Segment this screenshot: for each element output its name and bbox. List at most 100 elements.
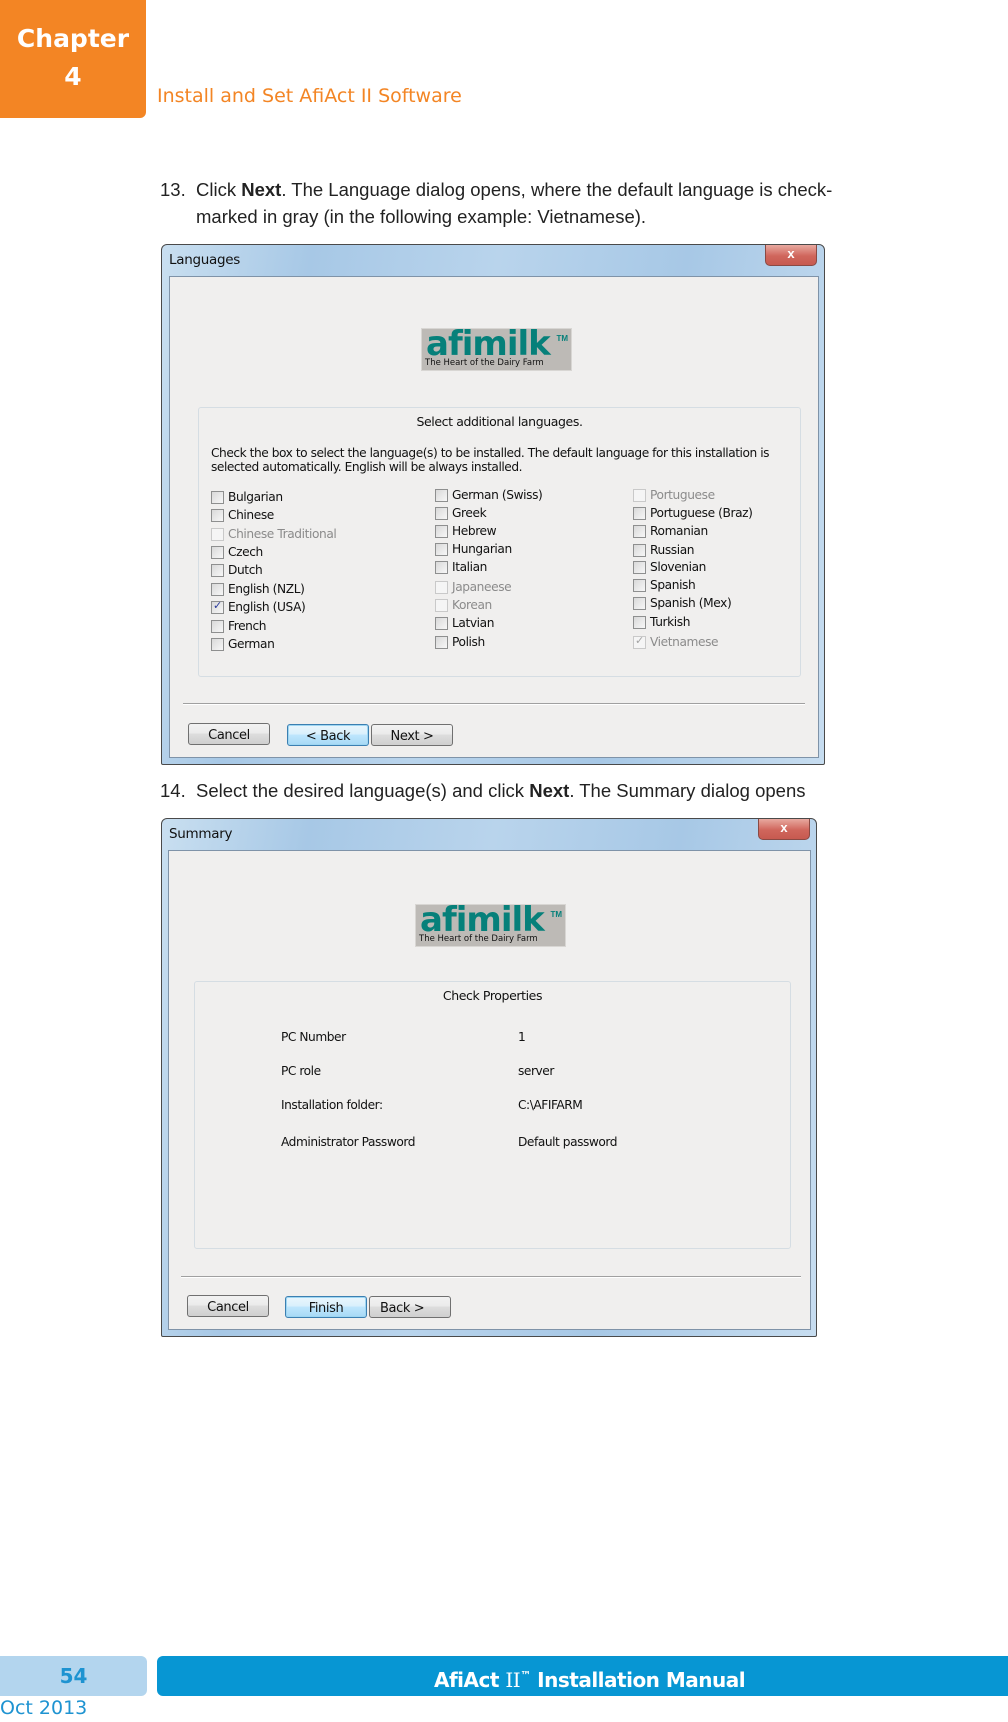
separator <box>183 703 805 705</box>
step-text: . The Summary dialog opens <box>569 780 806 801</box>
summary-dialog: Summary x afimilk TM The Heart of the Da… <box>161 818 817 1337</box>
language-checkbox-item[interactable]: Turkish <box>633 613 690 631</box>
checkbox[interactable] <box>435 635 448 649</box>
step-number: 14. <box>160 780 186 801</box>
language-label: Polish <box>452 635 485 649</box>
language-checkbox-item[interactable]: German <box>211 635 275 653</box>
group-title: Check Properties <box>442 988 543 1003</box>
language-checkbox-item[interactable]: Spanish <box>633 576 696 594</box>
checkbox[interactable] <box>211 637 224 651</box>
step-13: 13. Click Next. The Language dialog opens… <box>160 176 832 230</box>
language-checkbox-item: Portuguese <box>633 486 715 504</box>
checkbox[interactable] <box>435 524 448 538</box>
languages-group: Select additional languages. Check the b… <box>198 407 801 677</box>
step-number: 13. <box>160 179 186 200</box>
checkbox[interactable] <box>211 490 224 504</box>
property-label: PC role <box>281 1064 321 1078</box>
checkbox[interactable] <box>211 582 224 596</box>
language-checkbox-item[interactable]: English (NZL) <box>211 580 305 598</box>
checkbox[interactable] <box>633 560 646 574</box>
checkbox[interactable] <box>435 542 448 556</box>
checkbox-checked[interactable]: ✓ <box>211 598 224 614</box>
checkbox[interactable] <box>633 615 646 629</box>
dialog-title: Languages <box>169 252 240 268</box>
checkbox[interactable] <box>633 578 646 592</box>
language-checkbox-item[interactable]: Russian <box>633 541 695 559</box>
language-checkbox-item[interactable]: Portuguese (Braz) <box>633 504 753 522</box>
finish-button[interactable]: Finish <box>285 1296 367 1318</box>
checkbox[interactable] <box>633 524 646 538</box>
step-text: Click <box>196 179 242 200</box>
afimilk-logo: afimilk TM The Heart of the Dairy Farm <box>421 327 572 371</box>
language-label: Greek <box>452 506 487 520</box>
manual-title: AfiAct II™ Installation Manual <box>434 1656 746 1700</box>
language-label: English (NZL) <box>228 582 305 596</box>
checkbox[interactable] <box>211 508 224 522</box>
next-button[interactable]: Next > <box>371 724 453 746</box>
checkbox[interactable] <box>211 619 224 633</box>
close-button[interactable]: x <box>758 819 810 840</box>
language-checkbox-item[interactable]: Czech <box>211 543 263 561</box>
language-label: Chinese <box>228 508 274 522</box>
language-label: Italian <box>452 560 488 574</box>
checkbox[interactable] <box>435 616 448 630</box>
language-checkbox-item: Chinese Traditional <box>211 525 337 543</box>
language-label: Hungarian <box>452 542 512 556</box>
trademark: ™ <box>520 1669 531 1682</box>
language-checkbox-item[interactable]: Hungarian <box>435 540 512 558</box>
manual-title-roman: II <box>505 1668 521 1692</box>
chapter-label: Chapter <box>16 24 130 53</box>
dialog-client-area: afimilk TM The Heart of the Dairy Farm C… <box>168 850 811 1330</box>
language-checkbox-item[interactable]: Italian <box>435 558 487 576</box>
language-label: Russian <box>650 543 695 557</box>
logo-tm: TM <box>556 334 568 343</box>
chapter-tab: Chapter 4 <box>0 0 146 118</box>
language-checkbox-item[interactable]: German (Swiss) <box>435 486 543 504</box>
checkbox <box>633 488 646 502</box>
language-checkbox-item[interactable]: Bulgarian <box>211 488 283 506</box>
language-checkbox-item[interactable]: Romanian <box>633 522 708 540</box>
checkbox[interactable] <box>435 488 448 502</box>
separator <box>181 1276 801 1278</box>
step-text-line2: marked in gray (in the following example… <box>196 206 647 227</box>
language-label: Portuguese (Braz) <box>650 506 753 520</box>
step-bold-next: Next <box>241 179 282 200</box>
language-checkbox-item[interactable]: Hebrew <box>435 522 497 540</box>
language-checkbox-item[interactable]: Dutch <box>211 561 263 579</box>
language-checkbox-item[interactable]: Polish <box>435 633 485 651</box>
checkbox[interactable] <box>633 543 646 557</box>
back-button[interactable]: < Back <box>287 724 369 746</box>
language-label: Chinese Traditional <box>228 527 337 541</box>
group-title: Select additional languages. <box>416 414 583 429</box>
checkbox <box>435 580 448 594</box>
close-button[interactable]: x <box>765 245 817 266</box>
checkbox <box>435 598 448 612</box>
checkbox[interactable] <box>633 506 646 520</box>
property-label: Installation folder: <box>281 1098 383 1112</box>
language-checkbox-item[interactable]: Spanish (Mex) <box>633 594 732 612</box>
language-checkbox-item[interactable]: Chinese <box>211 506 274 524</box>
language-label: Portuguese <box>650 488 715 502</box>
checkmark-icon: ✓ <box>213 598 222 612</box>
language-checkbox-item[interactable]: French <box>211 617 267 635</box>
language-checkbox-item[interactable]: Greek <box>435 504 487 522</box>
logo-tagline: The Heart of the Dairy Farm <box>425 358 544 368</box>
language-label: Slovenian <box>650 560 706 574</box>
cancel-button[interactable]: Cancel <box>188 723 270 745</box>
cancel-button[interactable]: Cancel <box>187 1295 269 1317</box>
language-checkbox-item[interactable]: ✓ English (USA) <box>211 598 306 616</box>
language-label: Spanish (Mex) <box>650 596 732 610</box>
languages-dialog: Languages x afimilk TM The Heart of the … <box>161 244 825 765</box>
language-label: Spanish <box>650 578 696 592</box>
checkbox[interactable] <box>633 596 646 610</box>
checkbox[interactable] <box>435 560 448 574</box>
language-label: Latvian <box>452 616 495 630</box>
language-checkbox-item[interactable]: Slovenian <box>633 558 706 576</box>
back-button[interactable]: Back > <box>369 1296 451 1318</box>
language-checkbox-item[interactable]: Latvian <box>435 614 494 632</box>
language-checkbox-item: ✓ Vietnamese <box>633 633 719 651</box>
checkbox[interactable] <box>435 506 448 520</box>
language-label: Hebrew <box>452 524 497 538</box>
checkbox[interactable] <box>211 563 224 577</box>
checkbox[interactable] <box>211 545 224 559</box>
